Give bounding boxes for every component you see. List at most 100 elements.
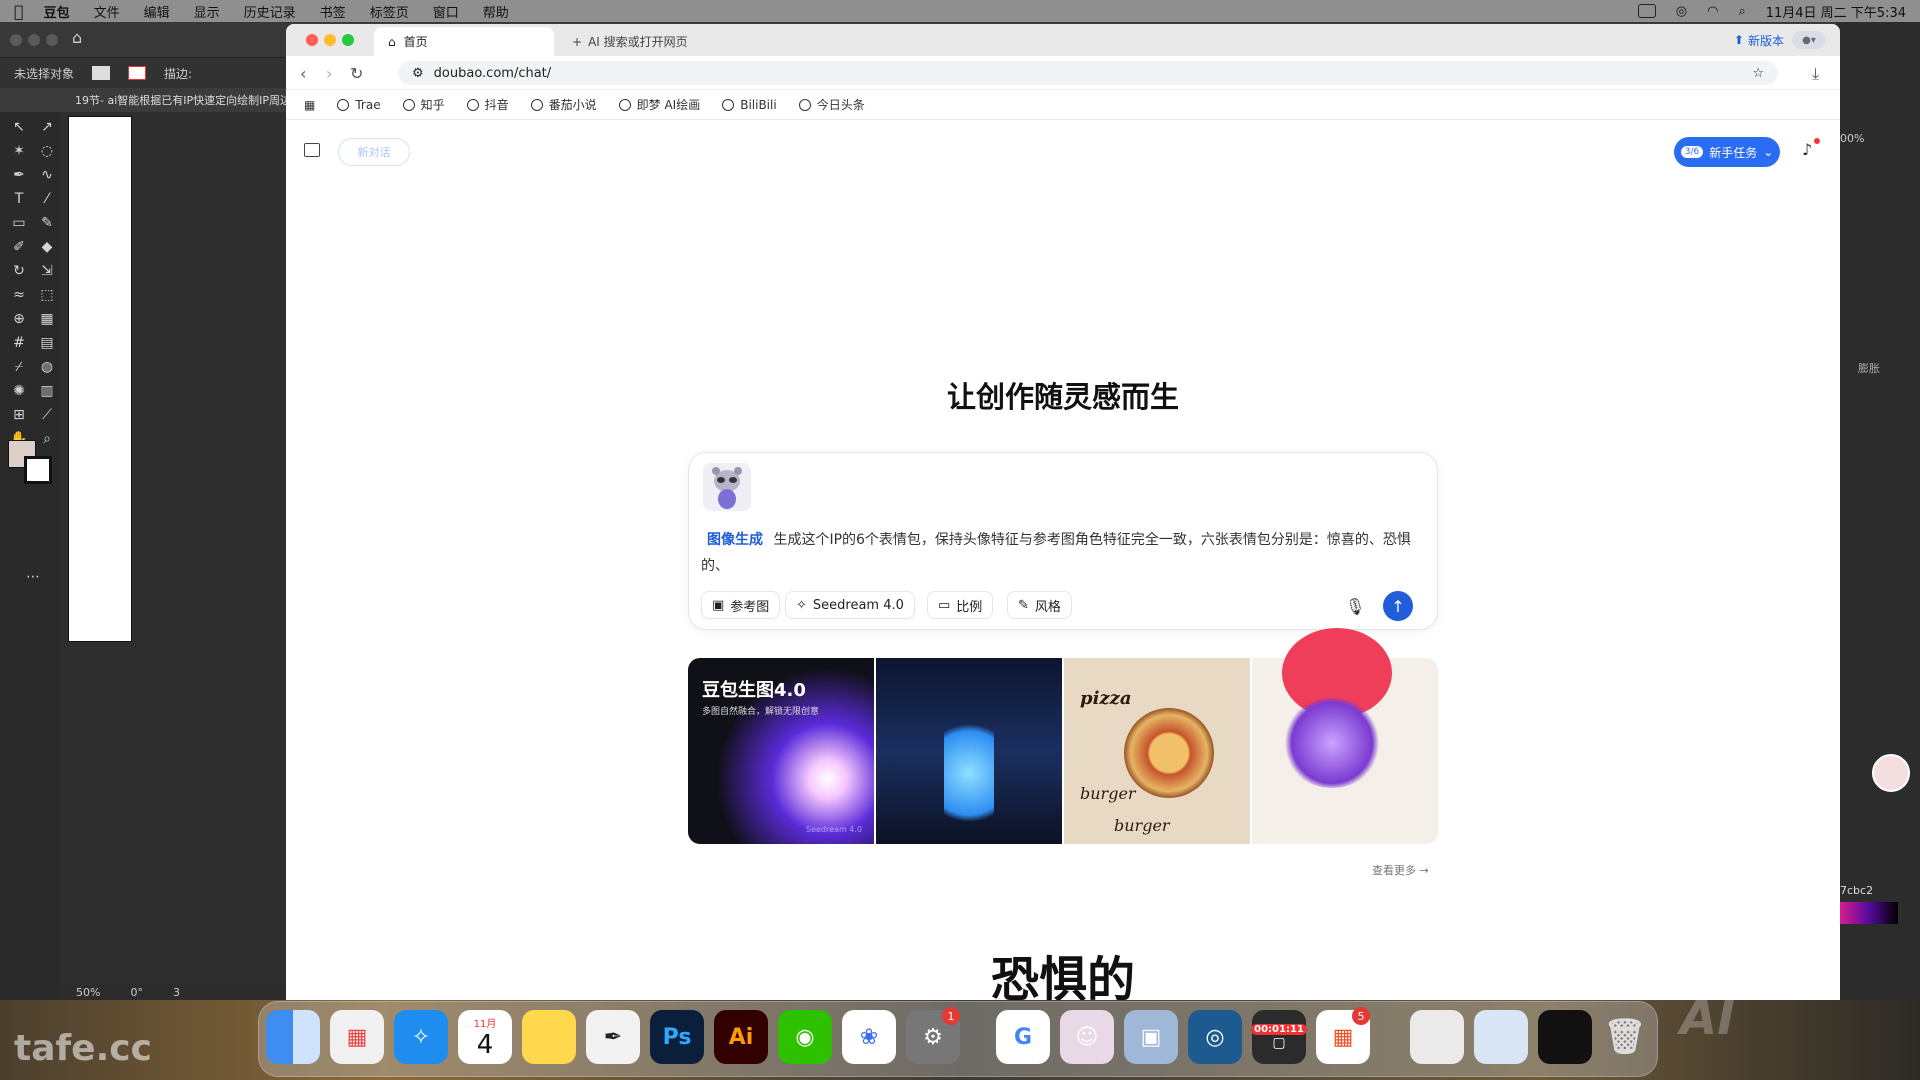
pen-tool-icon[interactable]: ✒: [10, 166, 28, 184]
reload-icon[interactable]: ↻: [350, 64, 363, 83]
stroke-color-swatch[interactable]: [24, 456, 52, 484]
new-tab-button[interactable]: + AI 搜索或打开网页: [572, 27, 688, 56]
gallery-card-seedream[interactable]: 豆包生图4.0 多图自然融合，解锁无限创意 Seedream 4.0: [688, 658, 874, 844]
back-icon[interactable]: ‹: [300, 64, 306, 83]
menu-view[interactable]: 显示: [194, 2, 220, 21]
blend-tool-icon[interactable]: ◍: [38, 358, 56, 376]
direct-selection-tool-icon[interactable]: ↗: [38, 118, 56, 136]
graph-tool-icon[interactable]: ▥: [38, 382, 56, 400]
site-info-icon[interactable]: ⚙: [412, 66, 424, 81]
mesh-tool-icon[interactable]: #: [10, 334, 28, 352]
close-dot[interactable]: [10, 34, 22, 46]
safari-icon[interactable]: ✧: [394, 1010, 448, 1064]
search-icon[interactable]: ⌕: [1738, 4, 1745, 19]
stroke-swatch[interactable]: [128, 66, 147, 80]
preview-icon[interactable]: ▣: [1124, 1010, 1178, 1064]
lasso-icon[interactable]: ◌: [38, 142, 56, 160]
perspective-grid-icon[interactable]: ▦: [38, 310, 56, 328]
wechat-status-icon[interactable]: ◎: [1676, 4, 1687, 19]
menu-bookmarks[interactable]: 书签: [320, 2, 346, 21]
menu-tabs[interactable]: 标签页: [370, 2, 409, 21]
artboard-tool-icon[interactable]: ⊞: [10, 406, 28, 424]
notes-icon[interactable]: [522, 1010, 576, 1064]
new-version-button[interactable]: ⬆ 新版本: [1734, 31, 1784, 49]
rotation-value[interactable]: 0°: [130, 986, 143, 999]
reference-image-thumbnail[interactable]: [703, 463, 751, 511]
trash-icon[interactable]: 🗑: [1598, 1010, 1652, 1064]
free-transform-icon[interactable]: ⬚: [38, 286, 56, 304]
bookmark-fanqie[interactable]: 番茄小说: [530, 96, 597, 113]
bookmark-douyin[interactable]: 抖音: [466, 96, 509, 113]
quicktime-icon[interactable]: ◎: [1188, 1010, 1242, 1064]
zoom-tool-icon[interactable]: ⌕: [38, 430, 56, 448]
more-tools-icon[interactable]: ⋯: [24, 568, 42, 586]
download-icon[interactable]: ⤓: [1812, 64, 1819, 84]
chrome-icon[interactable]: G: [996, 1010, 1050, 1064]
artboard-canvas[interactable]: [68, 116, 132, 642]
prompt-text-area[interactable]: 图像生成 生成这个IP的6个表情包，保持头像特征与参考图角色特征完全一致，六张表…: [701, 527, 1421, 579]
script-editor-icon[interactable]: ✒: [586, 1010, 640, 1064]
selection-tool-icon[interactable]: ↖: [10, 118, 28, 136]
forward-icon[interactable]: ›: [326, 64, 332, 83]
assistant-avatar[interactable]: [1872, 754, 1910, 792]
photoshop-icon[interactable]: Ps: [650, 1010, 704, 1064]
menu-window[interactable]: 窗口: [433, 2, 459, 21]
bookmark-bilibili[interactable]: BiliBili: [722, 98, 777, 112]
new-chat-button[interactable]: 新对话: [338, 138, 410, 166]
home-icon[interactable]: ⌂: [72, 28, 82, 47]
menu-app-name[interactable]: 豆包: [44, 2, 70, 21]
paintbrush-icon[interactable]: ✎: [38, 214, 56, 232]
menu-edit[interactable]: 编辑: [144, 2, 170, 21]
fill-swatch[interactable]: [92, 66, 111, 80]
recent-window-icon[interactable]: [1474, 1010, 1528, 1064]
prompt-input-card[interactable]: 图像生成 生成这个IP的6个表情包，保持头像特征与参考图角色特征完全一致，六张表…: [688, 452, 1438, 630]
sidebar-toggle-icon[interactable]: [304, 143, 320, 157]
wifi-icon[interactable]: ◠: [1707, 4, 1718, 19]
color-spectrum[interactable]: [1838, 902, 1898, 924]
model-select-button[interactable]: ✧ Seedream 4.0: [785, 591, 915, 619]
bookmark-trae[interactable]: Trae: [337, 98, 381, 112]
symbol-sprayer-icon[interactable]: ✺: [10, 382, 28, 400]
profile-button[interactable]: ●▾: [1792, 31, 1826, 49]
minimize-dot[interactable]: [28, 34, 40, 46]
style-button[interactable]: ✎ 风格: [1007, 591, 1072, 619]
send-button[interactable]: ↑: [1383, 591, 1413, 621]
newbie-task-button[interactable]: 3/6 新手任务 ⌄: [1674, 137, 1780, 167]
bookmark-star-icon[interactable]: ☆: [1752, 66, 1764, 81]
calendar-icon[interactable]: 11月 4: [458, 1010, 512, 1064]
bookmark-zhihu[interactable]: 知乎: [402, 96, 445, 113]
rectangle-tool-icon[interactable]: ▭: [10, 214, 28, 232]
bookmark-jimeng[interactable]: 即梦 AI绘画: [618, 96, 700, 113]
microphone-icon[interactable]: 🎙: [1345, 597, 1365, 616]
magic-wand-icon[interactable]: ✶: [10, 142, 28, 160]
reference-image-button[interactable]: ▣ 参考图: [701, 591, 781, 619]
tab-home[interactable]: ⌂ 首页: [374, 27, 554, 56]
see-more-link[interactable]: 查看更多 →: [1372, 862, 1429, 878]
image-generation-tag[interactable]: 图像生成: [707, 532, 763, 548]
artboard-number[interactable]: 3: [173, 986, 180, 999]
shaper-tool-icon[interactable]: ✐: [10, 238, 28, 256]
avatar-app-icon[interactable]: ☺: [1060, 1010, 1114, 1064]
illustrator-icon[interactable]: Ai: [714, 1010, 768, 1064]
menu-history[interactable]: 历史记录: [244, 2, 296, 21]
facetime-icon[interactable]: [1637, 4, 1656, 18]
browser-close-dot[interactable]: [306, 34, 318, 46]
apps-grid-icon[interactable]: ▦: [304, 98, 315, 112]
eyedropper-icon[interactable]: ⌿: [10, 358, 28, 376]
rotate-tool-icon[interactable]: ↻: [10, 262, 28, 280]
warp-tool-icon[interactable]: ≈: [10, 286, 28, 304]
gallery-card-flower[interactable]: [1252, 628, 1438, 844]
slice-tool-icon[interactable]: ⟋: [38, 406, 56, 424]
browser-minimize-dot[interactable]: [324, 34, 336, 46]
eraser-icon[interactable]: ◆: [38, 238, 56, 256]
illustrator-doc-tab[interactable]: 19节- ai智能根据已有IP快速定向绘制IP周边: [0, 88, 290, 112]
scale-tool-icon[interactable]: ⇲: [38, 262, 56, 280]
recent-document-icon[interactable]: [1410, 1010, 1464, 1064]
ratio-button[interactable]: ▭ 比例: [927, 591, 994, 619]
gradient-tool-icon[interactable]: ▤: [38, 334, 56, 352]
apple-icon[interactable]: : [14, 2, 24, 21]
finder-icon[interactable]: [266, 1010, 320, 1064]
menu-file[interactable]: 文件: [94, 2, 120, 21]
screen-recorder-icon[interactable]: 00:01:11 ▢: [1251, 1010, 1307, 1064]
recent-screen-icon[interactable]: [1538, 1010, 1592, 1064]
